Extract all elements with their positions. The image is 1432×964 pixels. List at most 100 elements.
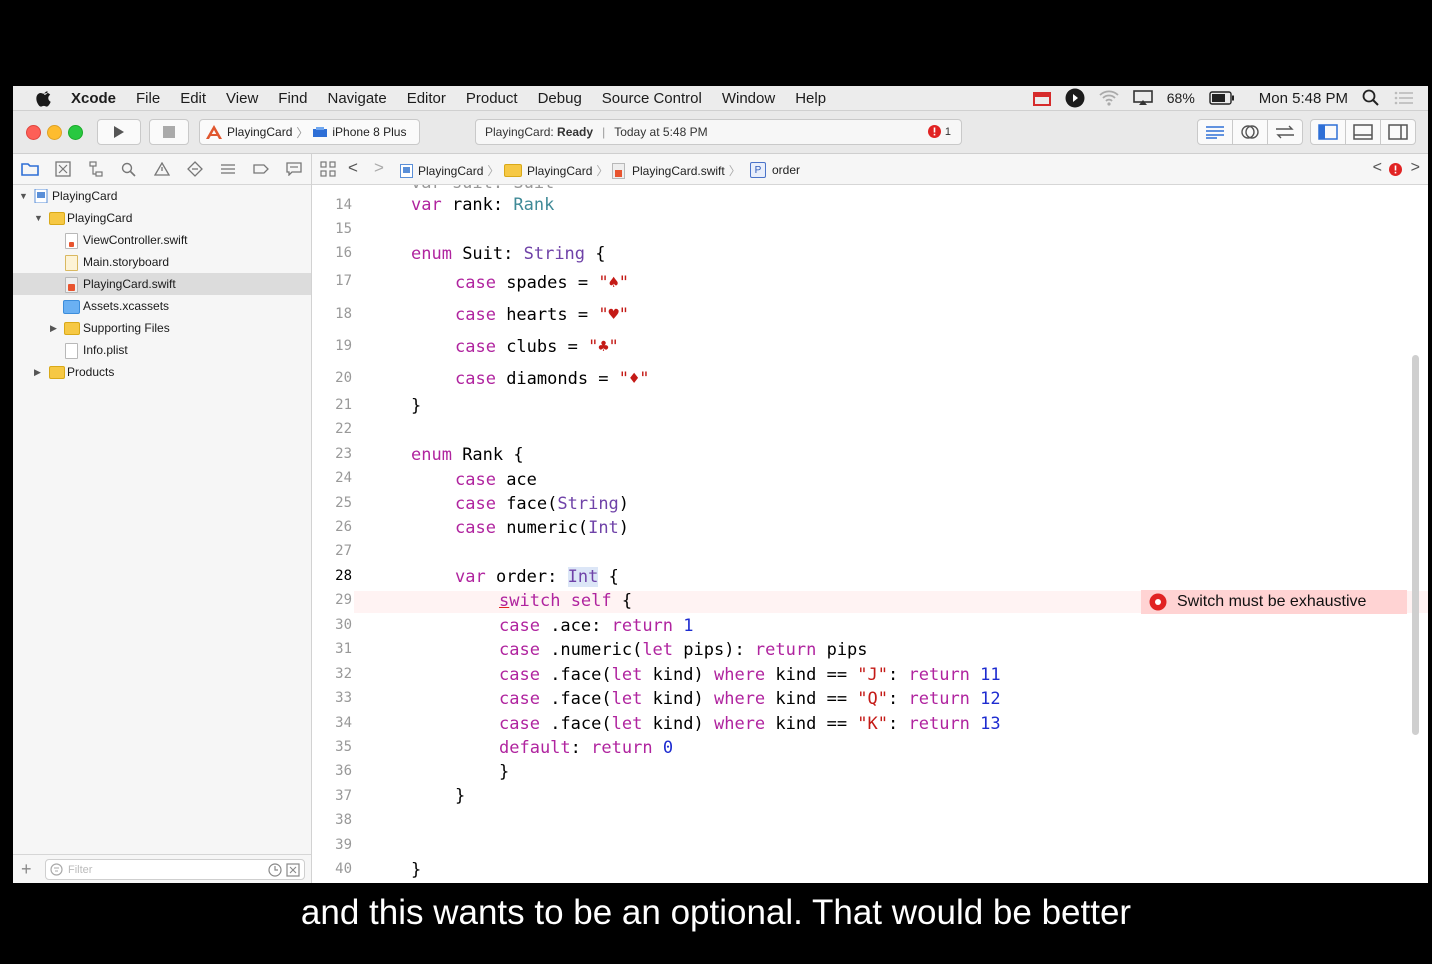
file-tree: ▼ PlayingCard ▼ PlayingCard ViewControll…: [13, 185, 311, 383]
error-annotation[interactable]: Switch must be exhaustive: [1141, 590, 1407, 614]
notification-center-icon[interactable]: [1394, 90, 1414, 106]
forward-button[interactable]: >: [374, 158, 384, 178]
add-file-button[interactable]: +: [21, 859, 32, 880]
navigator-tabs: [13, 154, 311, 185]
tab-issue-navigator[interactable]: [145, 154, 178, 184]
disclosure-open-icon[interactable]: ▼: [34, 213, 43, 223]
menu-edit[interactable]: Edit: [180, 90, 206, 107]
tree-item-assets[interactable]: Assets.xcassets: [13, 295, 311, 317]
line-number: 20: [335, 370, 352, 386]
disclosure-closed-icon[interactable]: ▶: [50, 323, 57, 334]
tree-item-project[interactable]: ▼ PlayingCard: [13, 185, 311, 207]
apple-menu-icon[interactable]: [33, 88, 55, 108]
toggle-navigator-button[interactable]: [1310, 119, 1346, 145]
tab-debug-navigator[interactable]: [211, 154, 244, 184]
tab-breakpoint-navigator[interactable]: [244, 154, 277, 184]
toggle-debug-area-button[interactable]: [1345, 119, 1381, 145]
issue-error-icon[interactable]: [1389, 163, 1402, 176]
spotlight-icon[interactable]: [1362, 89, 1380, 107]
scheme-target-label: PlayingCard: [227, 125, 293, 139]
menu-source-control[interactable]: Source Control: [602, 90, 702, 107]
version-editor-button[interactable]: [1267, 119, 1303, 145]
recent-files-icon[interactable]: [268, 862, 282, 877]
toggle-utilities-button[interactable]: [1380, 119, 1416, 145]
jump-bar: < > PlayingCard 〉 PlayingCard 〉 PlayingC…: [312, 154, 1428, 185]
next-issue-button[interactable]: >: [1411, 159, 1420, 177]
menu-navigate[interactable]: Navigate: [327, 90, 386, 107]
menu-xcode[interactable]: Xcode: [71, 90, 116, 107]
line-number: 33: [335, 690, 352, 706]
back-button[interactable]: <: [348, 158, 358, 178]
activity-error-indicator[interactable]: 1: [927, 125, 951, 138]
breadcrumb-project[interactable]: PlayingCard 〉: [400, 162, 499, 179]
battery-icon[interactable]: [1209, 91, 1235, 105]
line-number: 14: [335, 197, 352, 213]
run-button[interactable]: [97, 119, 141, 145]
tree-item-products[interactable]: ▶ Products: [13, 361, 311, 383]
menu-view[interactable]: View: [226, 90, 258, 107]
line-number-gutter: 14 15 16 17 18 19 20 21 22 23 24 25 26 2…: [312, 185, 354, 883]
related-items-icon[interactable]: [320, 161, 336, 177]
disclosure-closed-icon[interactable]: ▶: [34, 367, 41, 378]
vertical-scrollbar[interactable]: [1412, 355, 1419, 735]
menu-product[interactable]: Product: [466, 90, 518, 107]
play-circle-icon[interactable]: [1065, 88, 1085, 108]
tab-test-navigator[interactable]: [178, 154, 211, 184]
menu-debug[interactable]: Debug: [538, 90, 582, 107]
tree-item-supporting-files[interactable]: ▶ Supporting Files: [13, 317, 311, 339]
breadcrumb-label: order: [772, 163, 801, 177]
close-window-button[interactable]: [26, 125, 41, 140]
menu-clock[interactable]: Mon 5:48 PM: [1259, 90, 1348, 107]
menu-bar: Xcode File Edit View Find Navigate Edito…: [13, 86, 1428, 111]
menu-file[interactable]: File: [136, 90, 160, 107]
tree-item-main-storyboard[interactable]: Main.storyboard: [13, 251, 311, 273]
filter-field[interactable]: Filter: [45, 859, 305, 880]
previous-issue-button[interactable]: <: [1373, 159, 1382, 177]
tab-symbol-navigator[interactable]: [79, 154, 112, 184]
breadcrumb-label: PlayingCard: [418, 163, 484, 178]
zoom-window-button[interactable]: [68, 125, 83, 140]
tree-item-group-playingcard[interactable]: ▼ PlayingCard: [13, 207, 311, 229]
menu-editor[interactable]: Editor: [407, 90, 446, 107]
stop-button[interactable]: [149, 119, 189, 145]
tab-report-navigator[interactable]: [277, 154, 310, 184]
menu-find[interactable]: Find: [278, 90, 307, 107]
wifi-icon[interactable]: [1099, 90, 1119, 106]
filter-icon: [50, 863, 63, 876]
source-editor[interactable]: 14 15 16 17 18 19 20 21 22 23 24 25 26 2…: [312, 185, 1428, 883]
line-number: 39: [335, 837, 352, 853]
disclosure-open-icon[interactable]: ▼: [19, 191, 28, 201]
standard-editor-button[interactable]: [1197, 119, 1233, 145]
version-editor-icon: [1276, 125, 1294, 139]
breadcrumb-file[interactable]: PlayingCard.swift 〉: [612, 162, 741, 179]
code-line: enum Suit: String {: [411, 244, 606, 264]
tree-item-label: Info.plist: [83, 343, 128, 357]
line-number: 29: [335, 592, 352, 608]
scheme-selector[interactable]: PlayingCard 〉 iPhone 8 Plus: [199, 119, 420, 145]
report-icon: [285, 162, 302, 176]
breadcrumb-symbol[interactable]: P order: [750, 162, 800, 178]
folder-icon: [504, 164, 522, 177]
chevron-right-icon: 〉: [487, 164, 500, 178]
tab-source-control[interactable]: [46, 154, 79, 184]
line-number: 34: [335, 715, 352, 731]
menu-window[interactable]: Window: [722, 90, 775, 107]
tree-item-label: Products: [67, 365, 115, 379]
plist-file-icon: [65, 343, 78, 359]
tab-project-navigator[interactable]: [13, 154, 46, 184]
assistant-editor-button[interactable]: [1232, 119, 1268, 145]
play-icon: [114, 126, 124, 138]
flag-icon[interactable]: [1032, 90, 1051, 106]
tree-item-playingcard-swift[interactable]: PlayingCard.swift: [13, 273, 311, 295]
breadcrumb-group[interactable]: PlayingCard 〉: [504, 162, 608, 179]
line-number: 27: [335, 543, 352, 559]
property-symbol-icon: P: [750, 162, 766, 178]
airplay-icon[interactable]: [1132, 90, 1153, 106]
tree-item-info-plist[interactable]: Info.plist: [13, 339, 311, 361]
tree-item-viewcontroller[interactable]: ViewController.swift: [13, 229, 311, 251]
source-control-filter-icon[interactable]: [286, 862, 300, 877]
tab-find-navigator[interactable]: [112, 154, 145, 184]
minimize-window-button[interactable]: [47, 125, 62, 140]
utilities-panel-icon: [1388, 124, 1408, 140]
menu-help[interactable]: Help: [795, 90, 826, 107]
